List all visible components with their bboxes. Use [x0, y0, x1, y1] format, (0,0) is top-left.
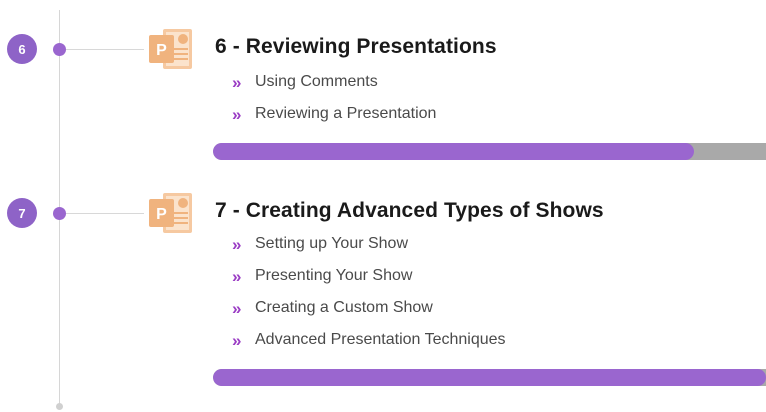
progress-bar [213, 369, 766, 386]
timeline-connector [66, 49, 144, 50]
lesson-item[interactable]: » Reviewing a Presentation [232, 98, 436, 130]
lesson-item[interactable]: » Setting up Your Show [232, 228, 506, 260]
lesson-label: Presenting Your Show [255, 267, 413, 284]
chevron-right-icon: » [232, 72, 242, 92]
powerpoint-icon: P [149, 29, 192, 69]
lesson-list: » Setting up Your Show » Presenting Your… [232, 228, 506, 356]
progress-fill [213, 369, 766, 386]
lesson-label: Advanced Presentation Techniques [255, 331, 506, 348]
module-title: 6 - Reviewing Presentations [215, 35, 497, 58]
timeline-node [53, 207, 66, 220]
timeline-connector [66, 213, 144, 214]
lesson-label: Setting up Your Show [255, 235, 409, 252]
chevron-right-icon: » [232, 330, 242, 350]
module-number-badge: 6 [7, 34, 37, 64]
lesson-item[interactable]: » Advanced Presentation Techniques [232, 324, 506, 356]
module-number-badge: 7 [7, 198, 37, 228]
chevron-right-icon: » [232, 298, 242, 318]
timeline-node [53, 43, 66, 56]
svg-text:P: P [156, 42, 167, 59]
lesson-item[interactable]: » Creating a Custom Show [232, 292, 506, 324]
chevron-right-icon: » [232, 266, 242, 286]
lesson-item[interactable]: » Using Comments [232, 66, 436, 98]
lesson-item[interactable]: » Presenting Your Show [232, 260, 506, 292]
lesson-label: Reviewing a Presentation [255, 105, 437, 122]
chevron-right-icon: » [232, 234, 242, 254]
powerpoint-icon: P [149, 193, 192, 233]
lesson-label: Using Comments [255, 73, 378, 90]
module-title: 7 - Creating Advanced Types of Shows [215, 199, 604, 222]
lesson-label: Creating a Custom Show [255, 299, 433, 316]
progress-bar [213, 143, 766, 160]
progress-fill [213, 143, 695, 160]
lesson-list: » Using Comments » Reviewing a Presentat… [232, 66, 436, 130]
timeline-end-dot [56, 403, 63, 410]
svg-text:P: P [156, 206, 167, 223]
chevron-right-icon: » [232, 104, 242, 124]
